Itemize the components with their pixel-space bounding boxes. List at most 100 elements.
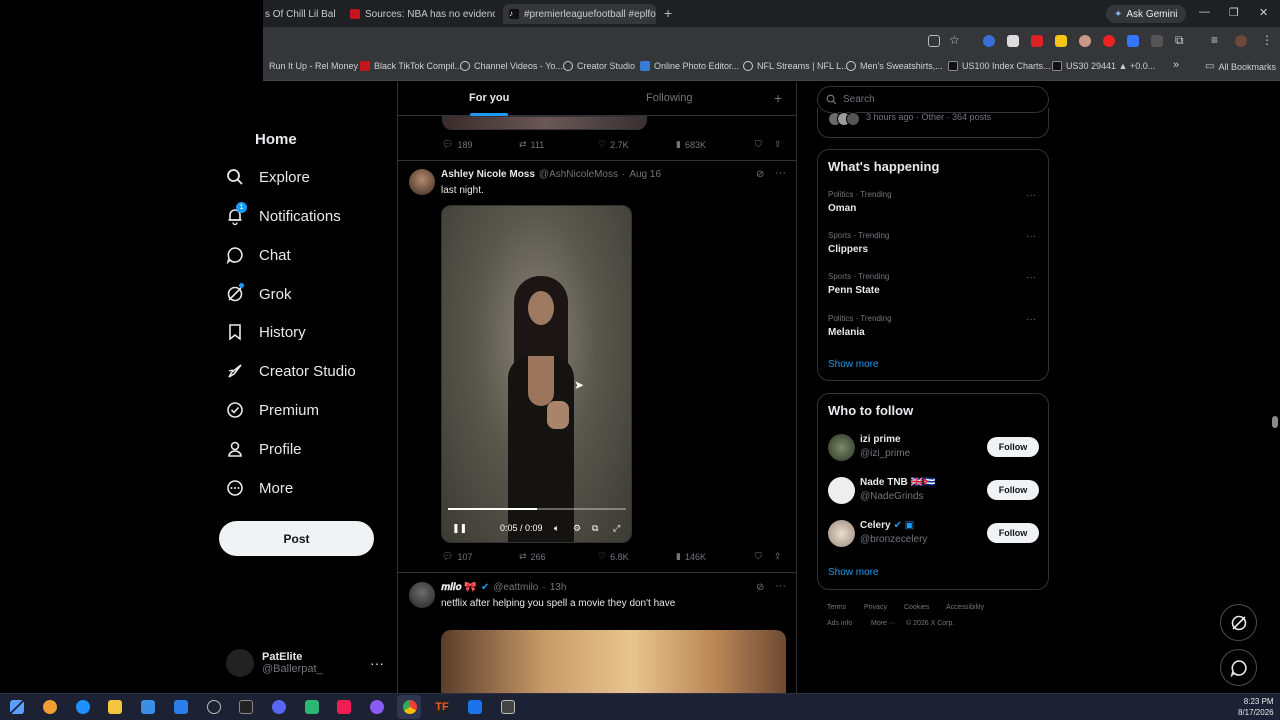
footer-privacy[interactable]: Privacy — [864, 604, 887, 611]
app-icon[interactable] — [370, 700, 384, 714]
tiktok-icon[interactable] — [337, 700, 351, 714]
grok-explain-icon[interactable]: ⊘ — [756, 582, 764, 593]
follow-button[interactable]: Follow — [987, 437, 1039, 457]
capcut-icon[interactable] — [305, 700, 319, 714]
settings-icon[interactable]: ⚙ — [573, 523, 581, 534]
footer-accessibility[interactable]: Accessibility — [946, 604, 984, 611]
install-icon[interactable] — [928, 35, 940, 47]
capture-icon[interactable] — [501, 700, 515, 714]
reply-button[interactable]: 💬︎ 107 — [442, 551, 472, 562]
minimize-icon[interactable]: — — [1199, 6, 1210, 18]
extension-8-icon[interactable] — [1151, 35, 1163, 47]
nav-profile[interactable]: Profile — [225, 439, 302, 459]
tweet-author-name[interactable]: 𝒎𝒊𝒍𝒐 🎀 — [441, 582, 477, 593]
avatar[interactable] — [828, 477, 855, 504]
all-bookmarks[interactable]: ▭ All Bookmarks — [1205, 61, 1276, 72]
mail-icon[interactable] — [174, 700, 188, 714]
like-button[interactable]: ♡ 2.7K — [598, 139, 629, 150]
extension-2-icon[interactable] — [1007, 35, 1019, 47]
copilot-icon[interactable] — [43, 700, 57, 714]
tweet-author-name[interactable]: Ashley Nicole Moss — [441, 169, 535, 180]
volume-icon[interactable]: 🔈︎ — [554, 523, 559, 534]
trend-name[interactable]: Clippers — [828, 244, 868, 255]
restore-icon[interactable]: ❐ — [1229, 6, 1239, 19]
like-button[interactable]: ♡ 6.8K — [598, 551, 629, 562]
account-switcher[interactable]: PatElite @Ballerpat_ — [226, 649, 323, 677]
trend-more-icon[interactable]: ··· — [1026, 314, 1036, 325]
tradingview-icon[interactable]: TF — [435, 700, 449, 714]
footer-ads-info[interactable]: Ads info — [827, 620, 852, 627]
tweet-media[interactable] — [441, 630, 786, 693]
chevron-right-icon[interactable]: » — [1173, 59, 1179, 71]
grok-floating-button[interactable] — [1220, 604, 1257, 641]
bookmark-5[interactable]: Online Photo Editor... — [640, 61, 739, 71]
account-more-icon[interactable]: ··· — [370, 655, 384, 671]
suggested-user-name[interactable]: Celery ✔ ▣ — [860, 520, 914, 531]
add-feed-icon[interactable]: + — [774, 90, 782, 106]
kebab-menu-icon[interactable]: ⋮ — [1261, 33, 1273, 47]
footer-terms[interactable]: Terms — [827, 604, 846, 611]
show-more-link[interactable]: Show more — [828, 359, 879, 370]
avatar[interactable] — [828, 434, 855, 461]
media-icon[interactable]: ≡ — [1211, 33, 1218, 47]
extension-3-icon[interactable] — [1031, 35, 1043, 47]
views-button[interactable]: ▮ 146K — [676, 551, 706, 562]
ask-gemini-button[interactable]: ✦ Ask Gemini — [1106, 5, 1186, 23]
trend-more-icon[interactable]: ··· — [1026, 231, 1036, 242]
bookmark-button[interactable]: ⛉ — [755, 551, 762, 562]
avatar[interactable] — [409, 582, 435, 608]
profile-avatar-icon[interactable] — [1235, 35, 1247, 47]
search-input[interactable] — [843, 94, 1033, 105]
nav-history[interactable]: History — [225, 322, 306, 342]
bookmark-button[interactable]: ⛉ — [755, 139, 762, 150]
tweet-more-icon[interactable]: ··· — [775, 580, 786, 592]
tab-for-you[interactable]: For you — [469, 92, 509, 104]
bookmark-1[interactable]: Run It Up - Rel Money — [269, 61, 358, 71]
puzzle-icon[interactable]: ⧉ — [1175, 33, 1184, 48]
bookmark-8[interactable]: US100 Index Charts... — [948, 61, 1051, 71]
scrollbar-thumb[interactable] — [1272, 416, 1278, 428]
trend-name[interactable]: Melania — [828, 327, 865, 338]
tab-2[interactable]: Sources: NBA has no evidence ✕ — [350, 4, 495, 24]
views-button[interactable]: ▮ 683K — [676, 139, 706, 150]
tweet-author-handle[interactable]: @eattmilo — [493, 582, 538, 593]
tab-3[interactable]: ♪ #premierleaguefootball #eplfo ✕ — [503, 4, 656, 24]
nav-more[interactable]: More — [225, 478, 293, 498]
nav-premium[interactable]: Premium — [225, 400, 319, 420]
app-plus-icon[interactable] — [468, 700, 482, 714]
reply-button[interactable]: 💬︎ 189 — [442, 139, 472, 150]
edge-icon[interactable] — [76, 700, 90, 714]
extension-7-icon[interactable] — [1127, 35, 1139, 47]
trend-name[interactable]: Oman — [828, 203, 856, 214]
fullscreen-icon[interactable]: ⤢ — [613, 523, 620, 534]
extension-5-icon[interactable] — [1079, 35, 1091, 47]
tab-1[interactable]: s Of Chill Lil Bal ✕ — [265, 4, 343, 24]
steam-icon[interactable] — [207, 700, 221, 714]
nav-chat[interactable]: Chat — [225, 245, 291, 265]
nav-explore[interactable]: Explore — [225, 167, 310, 187]
footer-more[interactable]: More ··· — [871, 620, 896, 627]
pause-icon[interactable]: ❚❚ — [452, 523, 467, 534]
tweet-time[interactable]: Aug 16 — [629, 169, 661, 180]
extension-6-icon[interactable] — [1103, 35, 1115, 47]
star-icon[interactable]: ☆ — [949, 33, 960, 47]
trend-more-icon[interactable]: ··· — [1026, 190, 1036, 201]
nav-creator-studio[interactable]: Creator Studio — [225, 361, 356, 381]
bookmark-4[interactable]: Creator Studio — [563, 61, 635, 71]
extension-1-icon[interactable] — [983, 35, 995, 47]
nav-grok[interactable]: Grok — [225, 283, 292, 304]
show-more-link[interactable]: Show more — [828, 567, 879, 578]
avatar[interactable] — [409, 169, 435, 195]
chrome-icon[interactable] — [403, 700, 417, 714]
extension-4-icon[interactable] — [1055, 35, 1067, 47]
close-window-icon[interactable]: ✕ — [1259, 6, 1268, 19]
store-icon[interactable] — [141, 700, 155, 714]
bookmark-9[interactable]: US30 29441 ▲ +0.0... — [1052, 61, 1155, 71]
new-tab-button[interactable]: + — [664, 5, 672, 21]
tweet-author-handle[interactable]: @AshNicoleMoss — [539, 169, 618, 180]
bookmark-7[interactable]: Men's Sweatshirts,... — [846, 61, 943, 71]
system-clock[interactable]: 8:23 PM 8/17/2026 — [1238, 696, 1274, 718]
follow-button[interactable]: Follow — [987, 480, 1039, 500]
suggested-user-name[interactable]: Nade TNB 🇬🇧🇨🇺 — [860, 477, 935, 488]
post-button[interactable]: Post — [219, 521, 374, 556]
